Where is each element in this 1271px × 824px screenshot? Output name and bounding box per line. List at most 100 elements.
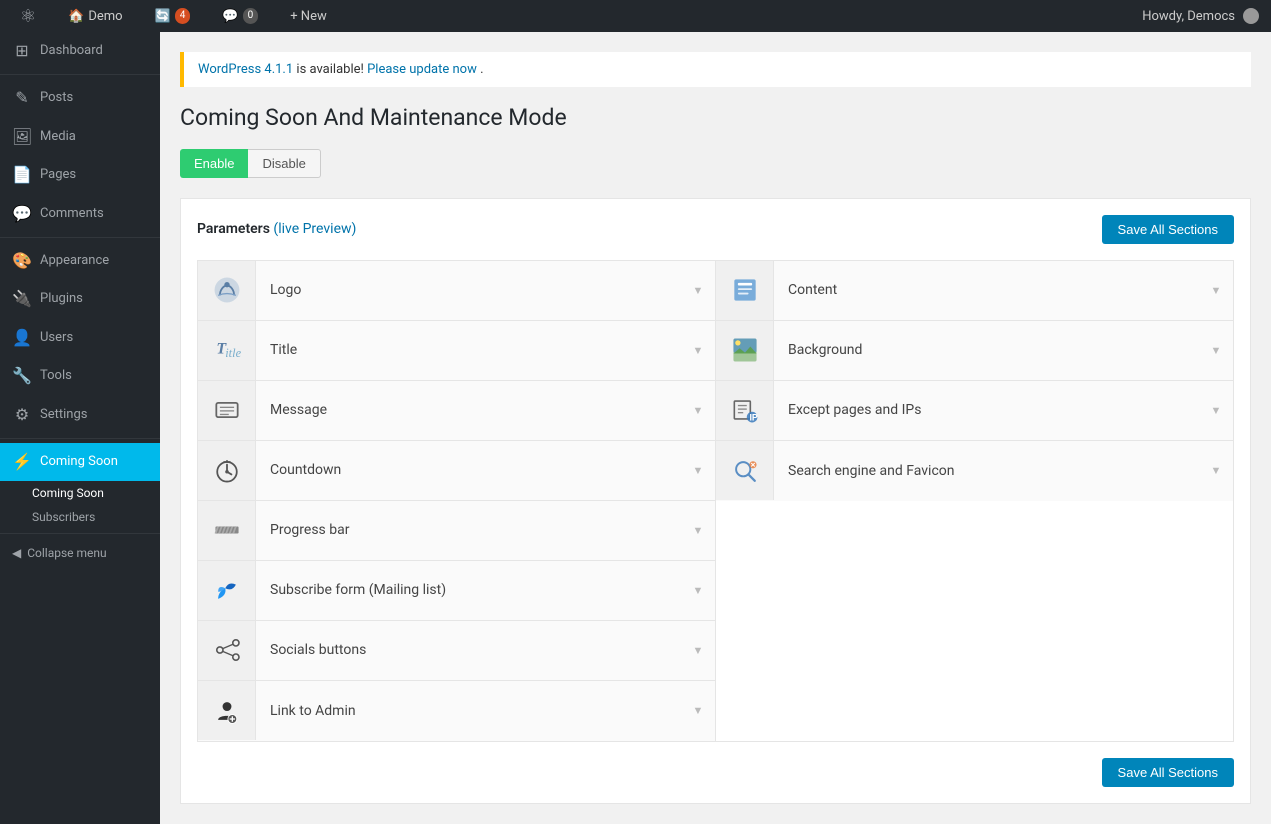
sidebar-item-dashboard[interactable]: ⊞ Dashboard [0, 32, 160, 70]
menu-separator-4 [0, 533, 160, 534]
countdown-icon-box [198, 441, 256, 500]
sidebar-subitem-subscribers[interactable]: Subscribers [0, 505, 160, 529]
bottom-save-bar: Save All Sections [197, 758, 1234, 787]
title-section-label: Title [256, 342, 681, 358]
section-title[interactable]: T itle Title ▼ [198, 321, 715, 381]
users-icon: 👤 [12, 327, 32, 349]
submenu-label: Subscribers [32, 510, 95, 524]
tools-icon: 🔧 [12, 365, 32, 387]
updates-item[interactable]: 🔄 4 [147, 0, 199, 32]
countdown-chevron: ▼ [681, 464, 715, 477]
collapse-label: Collapse menu [27, 546, 106, 560]
comments-icon: 💬 [222, 9, 238, 24]
sidebar-subitem-coming-soon[interactable]: Coming Soon [0, 481, 160, 505]
save-all-sections-button-top[interactable]: Save All Sections [1102, 215, 1234, 244]
admin-chevron: ▼ [681, 704, 715, 717]
message-icon-box [198, 381, 256, 440]
sidebar-item-settings[interactable]: ⚙ Settings [0, 396, 160, 434]
section-search-engine[interactable]: Search engine and Favicon ▼ [716, 441, 1233, 501]
wordpress-version-link[interactable]: WordPress 4.1.1 [198, 62, 293, 77]
sidebar-item-posts[interactable]: ✎ Posts [0, 79, 160, 117]
sidebar-item-media[interactable]: 🖼 Media [0, 118, 160, 156]
coming-soon-icon: ⚡ [12, 451, 32, 473]
section-content[interactable]: Content ▼ [716, 261, 1233, 321]
section-countdown[interactable]: Countdown ▼ [198, 441, 715, 501]
sidebar-item-tools[interactable]: 🔧 Tools [0, 357, 160, 395]
searchengine-icon [729, 455, 761, 487]
section-subscribe-form[interactable]: Subscribe form (Mailing list) ▼ [198, 561, 715, 621]
svg-text:IP: IP [749, 413, 757, 423]
sidebar-item-label: Settings [40, 406, 87, 424]
comments-item[interactable]: 💬 0 [214, 0, 266, 32]
update-notice-text: WordPress 4.1.1 is available! Please upd… [198, 62, 484, 77]
background-icon-box [716, 321, 774, 380]
media-icon: 🖼 [12, 126, 32, 148]
pages-icon: 📄 [12, 164, 32, 186]
progressbar-section-label: Progress bar [256, 522, 681, 538]
disable-button[interactable]: Disable [248, 149, 320, 178]
update-notice: WordPress 4.1.1 is available! Please upd… [180, 52, 1251, 87]
submenu-label: Coming Soon [32, 486, 104, 500]
sidebar-item-label: Tools [40, 367, 72, 385]
params-header: Parameters (live Preview) Save All Secti… [197, 215, 1234, 244]
exceptpages-icon-box: IP [716, 381, 774, 440]
title-chevron: ▼ [681, 344, 715, 357]
section-logo[interactable]: Logo ▼ [198, 261, 715, 321]
updates-icon: 🔄 [155, 9, 171, 24]
countdown-section-label: Countdown [256, 462, 681, 478]
live-preview-link[interactable]: (live Preview) [273, 221, 356, 237]
section-socials[interactable]: Socials buttons ▼ [198, 621, 715, 681]
enable-button[interactable]: Enable [180, 149, 248, 178]
wp-icon: ⚛ [20, 6, 36, 27]
section-progress-bar[interactable]: Progress bar ▼ [198, 501, 715, 561]
subscribe-section-label: Subscribe form (Mailing list) [256, 582, 681, 598]
svg-text:itle: itle [225, 347, 241, 361]
section-background[interactable]: Background ▼ [716, 321, 1233, 381]
content-icon-box [716, 261, 774, 320]
site-name[interactable]: 🏠 Demo [60, 0, 130, 32]
section-link-to-admin[interactable]: Link to Admin ▼ [198, 681, 715, 741]
content-icon [729, 274, 761, 306]
sidebar-item-plugins[interactable]: 🔌 Plugins [0, 280, 160, 318]
collapse-icon: ◀ [12, 546, 21, 560]
params-label: Parameters [197, 221, 270, 237]
update-notice-end: . [480, 62, 483, 77]
title-icon: T itle [211, 334, 243, 366]
howdy-text: Howdy, Democs [1142, 9, 1235, 24]
enable-disable-bar: Enable Disable [180, 149, 1251, 178]
home-icon: 🏠 [68, 9, 84, 24]
logo-section-label: Logo [256, 282, 681, 298]
comments-count: 0 [243, 8, 259, 24]
new-content-label: + New [290, 9, 327, 24]
new-content-item[interactable]: + New [282, 0, 335, 32]
plugins-icon: 🔌 [12, 288, 32, 310]
title-icon-box: T itle [198, 321, 256, 380]
sidebar-item-comments[interactable]: 💬 Comments [0, 195, 160, 233]
sidebar-item-label: Posts [40, 89, 73, 107]
content-chevron: ▼ [1199, 284, 1233, 297]
wp-logo[interactable]: ⚛ [12, 0, 44, 32]
sections-grid: Logo ▼ T itle Title ▼ [197, 260, 1234, 742]
please-update-link[interactable]: Please update now [367, 62, 477, 77]
left-sections-col: Logo ▼ T itle Title ▼ [197, 260, 716, 742]
section-message[interactable]: Message ▼ [198, 381, 715, 441]
progressbar-chevron: ▼ [681, 524, 715, 537]
exceptpages-icon: IP [729, 394, 761, 426]
progressbar-icon [211, 514, 243, 546]
sidebar-item-appearance[interactable]: 🎨 Appearance [0, 242, 160, 280]
posts-icon: ✎ [12, 87, 32, 109]
collapse-menu-button[interactable]: ◀ Collapse menu [0, 538, 160, 568]
sidebar-item-pages[interactable]: 📄 Pages [0, 156, 160, 194]
save-all-sections-button-bottom[interactable]: Save All Sections [1102, 758, 1234, 787]
sidebar-item-users[interactable]: 👤 Users [0, 319, 160, 357]
sidebar-item-coming-soon[interactable]: ⚡ Coming Soon [0, 443, 160, 481]
message-section-label: Message [256, 402, 681, 418]
menu-separator-3 [0, 438, 160, 439]
update-notice-mid: is available! [296, 62, 367, 77]
admin-icon [211, 695, 243, 727]
params-title: Parameters (live Preview) [197, 221, 356, 237]
admin-sidebar: ⊞ Dashboard ✎ Posts 🖼 Media 📄 Pages 💬 Co… [0, 32, 160, 824]
settings-icon: ⚙ [12, 404, 32, 426]
section-except-pages[interactable]: IP Except pages and IPs ▼ [716, 381, 1233, 441]
site-name-label: Demo [88, 9, 122, 24]
